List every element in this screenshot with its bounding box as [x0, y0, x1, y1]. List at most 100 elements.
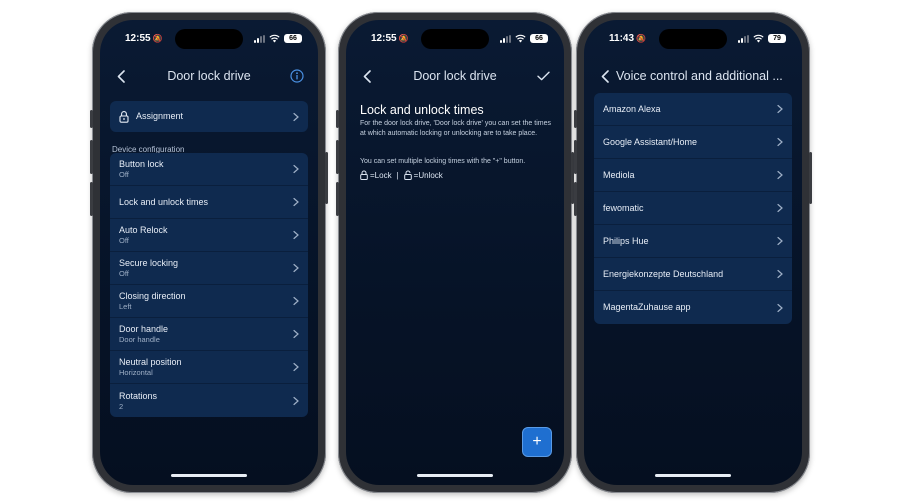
info-button[interactable] [288, 67, 306, 85]
battery-icon: 66 [530, 34, 548, 43]
list-item-door-handle[interactable]: Door handle Door handle [110, 318, 308, 351]
list-item-rotations[interactable]: Rotations 2 [110, 384, 308, 417]
item-value: Off [119, 170, 129, 179]
page-title: Door lock drive [167, 69, 251, 83]
nav-bar: Door lock drive [346, 64, 564, 88]
item-value: Horizontal [119, 368, 153, 377]
phone-voice-control: 11:43 🔕 79 Voice control and additional .… [574, 12, 812, 493]
chevron-right-icon [777, 137, 783, 147]
nav-bar: Voice control and additional ... [584, 64, 802, 88]
home-indicator[interactable] [417, 474, 493, 477]
page-title: Door lock drive [413, 69, 497, 83]
mute-switch [336, 110, 339, 128]
home-indicator[interactable] [655, 474, 731, 477]
nav-bar: Door lock drive [100, 64, 318, 88]
legend-separator: | [396, 170, 399, 180]
list-item-auto-relock[interactable]: Auto Relock Off [110, 219, 308, 252]
bell-muted-icon: 🔕 [152, 34, 163, 43]
list-item-amazon-alexa[interactable]: Amazon Alexa [594, 93, 792, 126]
assignment-card: Assignment [110, 101, 308, 132]
list-item-google-assistant[interactable]: Google Assistant/Home [594, 126, 792, 159]
item-value: Door handle [119, 335, 160, 344]
wifi-icon [269, 34, 280, 43]
chevron-right-icon [293, 362, 299, 372]
chevron-right-icon [777, 170, 783, 180]
volume-up-button [336, 140, 339, 174]
bell-muted-icon: 🔕 [636, 34, 646, 43]
lock-legend: =Lock | =Unlock [360, 170, 443, 180]
power-button [325, 152, 328, 204]
power-button [809, 152, 812, 204]
item-value: 2 [119, 401, 124, 411]
chevron-right-icon [777, 269, 783, 279]
add-time-button[interactable]: + [522, 427, 552, 457]
item-label: Philips Hue [603, 235, 649, 246]
list-item-mediola[interactable]: Mediola [594, 159, 792, 192]
item-label: MagentaZuhause app [603, 302, 691, 312]
status-bar: 11:43 🔕 79 [584, 32, 802, 48]
home-indicator[interactable] [171, 474, 247, 477]
phone-door-lock-drive: 12:55 🔕 66 Door lock drive Assignment De… [90, 12, 328, 493]
back-button[interactable] [596, 66, 614, 86]
chevron-right-icon [293, 230, 299, 240]
list-item-fewomatic[interactable]: fewomatic [594, 192, 792, 225]
item-label: fewomatic [603, 202, 644, 213]
lock-open-icon [403, 170, 412, 180]
hint-text: You can set multiple locking times with … [360, 158, 526, 165]
chevron-right-icon [777, 104, 783, 114]
status-time: 11:43 🔕 [609, 33, 646, 44]
item-label: Auto Relock [119, 225, 168, 235]
volume-down-button [90, 182, 93, 216]
confirm-button[interactable] [534, 67, 552, 85]
wifi-icon [515, 34, 526, 43]
mute-switch [574, 110, 577, 128]
assignment-label: Assignment [136, 111, 184, 121]
chevron-right-icon [293, 296, 299, 306]
plus-icon: + [532, 433, 542, 450]
item-label: Neutral position [119, 357, 182, 367]
list-item-neutral-position[interactable]: Neutral position Horizontal [110, 351, 308, 384]
chevron-right-icon [293, 112, 299, 121]
volume-up-button [574, 140, 577, 174]
volume-down-button [336, 182, 339, 216]
chevron-left-icon [601, 69, 609, 83]
bell-muted-icon: 🔕 [398, 34, 409, 43]
list-item-magentazuhause[interactable]: MagentaZuhause app [594, 291, 792, 324]
screen: 11:43 🔕 79 Voice control and additional .… [584, 20, 802, 485]
screen: 12:55 🔕 66 Door lock drive Assignment De… [100, 20, 318, 485]
item-label: Closing direction [119, 291, 186, 301]
screen: 12:55 🔕 66 Door lock drive Lock and unloc… [346, 20, 564, 485]
chevron-right-icon [777, 303, 783, 312]
item-label: Door handle [119, 324, 169, 334]
chevron-right-icon [293, 197, 299, 207]
volume-up-button [90, 140, 93, 174]
battery-icon: 79 [768, 34, 786, 43]
item-label: Mediola [603, 169, 635, 180]
list-item-lock-unlock-times[interactable]: Lock and unlock times [110, 186, 308, 219]
mute-switch [90, 110, 93, 128]
status-time: 12:55 🔕 [371, 33, 409, 44]
cellular-signal-icon [738, 34, 749, 43]
assignment-row[interactable]: Assignment [110, 101, 308, 132]
legend-unlock-label: =Unlock [413, 170, 443, 180]
chevron-left-icon [363, 69, 371, 83]
wifi-icon [753, 34, 764, 43]
item-label: Google Assistant/Home [603, 136, 698, 147]
checkmark-icon [536, 71, 550, 81]
volume-down-button [574, 182, 577, 216]
list-item-button-lock[interactable]: Button lock Off [110, 153, 308, 186]
description-text: For the door lock drive, 'Door lock driv… [360, 120, 551, 137]
back-button[interactable] [358, 66, 376, 86]
chevron-right-icon [777, 236, 783, 246]
list-item-secure-locking[interactable]: Secure locking Off [110, 252, 308, 285]
item-label: Button lock [119, 159, 164, 169]
status-bar: 12:55 🔕 66 [100, 32, 318, 48]
chevron-right-icon [293, 263, 299, 273]
list-item-philips-hue[interactable]: Philips Hue [594, 225, 792, 258]
list-item-energiekonzepte[interactable]: Energiekonzepte Deutschland [594, 258, 792, 291]
device-configuration-list: Button lock Off Lock and unlock times Au… [110, 153, 308, 417]
screenshot-stage: 12:55 🔕 66 Door lock drive Assignment De… [0, 0, 910, 504]
status-bar: 12:55 🔕 66 [346, 32, 564, 48]
back-button[interactable] [112, 66, 130, 86]
list-item-closing-direction[interactable]: Closing direction Left [110, 285, 308, 318]
